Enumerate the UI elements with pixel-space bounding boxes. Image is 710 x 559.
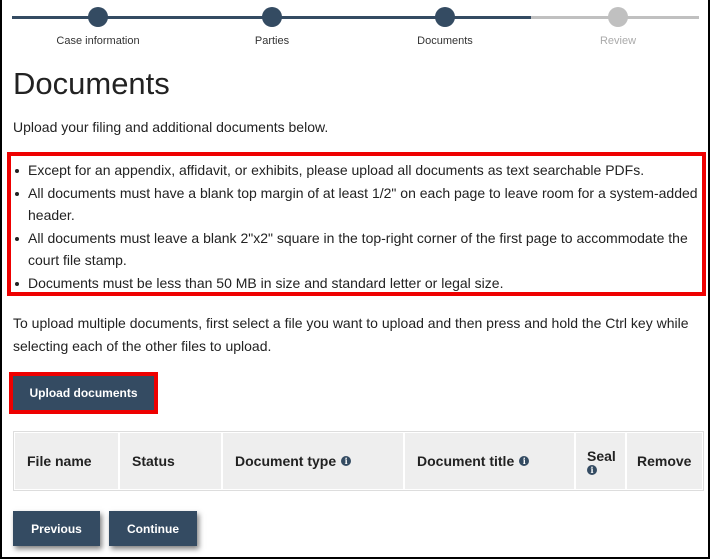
info-icon[interactable]: i (341, 456, 352, 466)
step-case-information[interactable]: Case information (28, 0, 168, 47)
upload-highlight: Upload documents (9, 372, 158, 414)
step-dot-icon (435, 7, 455, 27)
column-remove: Remove (627, 433, 702, 489)
column-label: Remove (637, 453, 692, 469)
column-label: Document title (417, 453, 515, 469)
requirement-item: All documents must leave a blank 2"x2" s… (11, 227, 702, 272)
step-label: Case information (56, 35, 140, 47)
step-dot-icon (262, 7, 282, 27)
requirement-item: Except for an appendix, affidavit, or ex… (11, 159, 702, 182)
multi-upload-hint: To upload multiple documents, first sele… (13, 315, 689, 354)
step-parties[interactable]: Parties (202, 0, 342, 47)
upload-documents-button[interactable]: Upload documents (13, 376, 154, 410)
requirements-list: Except for an appendix, affidavit, or ex… (11, 159, 702, 294)
step-label: Documents (417, 35, 473, 47)
previous-button[interactable]: Previous (13, 511, 100, 546)
column-seal: Seal i (576, 433, 625, 489)
page-intro: Upload your filing and additional docume… (13, 119, 329, 135)
column-label: File name (27, 453, 92, 469)
step-label: Review (599, 35, 637, 47)
step-review: Review (548, 0, 688, 47)
column-file-name: File name (15, 433, 118, 489)
step-label: Parties (254, 35, 290, 47)
column-document-type: Document type i (223, 433, 403, 489)
requirement-item: All documents must have a blank top marg… (11, 182, 702, 227)
info-icon[interactable]: i (587, 464, 597, 475)
column-document-title: Document title i (405, 433, 574, 489)
requirements-box: Except for an appendix, affidavit, or ex… (7, 152, 706, 296)
progress-stepper: Case information Parties Documents Revie… (12, 0, 700, 54)
documents-table-header: File name Status Document type i Documen… (13, 431, 704, 491)
step-documents: Documents (375, 0, 515, 47)
info-icon[interactable]: i (519, 456, 530, 466)
step-dot-icon (608, 7, 628, 27)
column-status: Status (120, 433, 221, 489)
step-dot-icon (88, 7, 108, 27)
page-title: Documents (13, 66, 170, 101)
continue-button[interactable]: Continue (109, 511, 197, 546)
requirement-item: Documents must be less than 50 MB in siz… (11, 272, 702, 295)
column-label: Status (132, 453, 175, 469)
column-label: Document type (235, 453, 337, 469)
column-label: Seal (587, 447, 616, 464)
